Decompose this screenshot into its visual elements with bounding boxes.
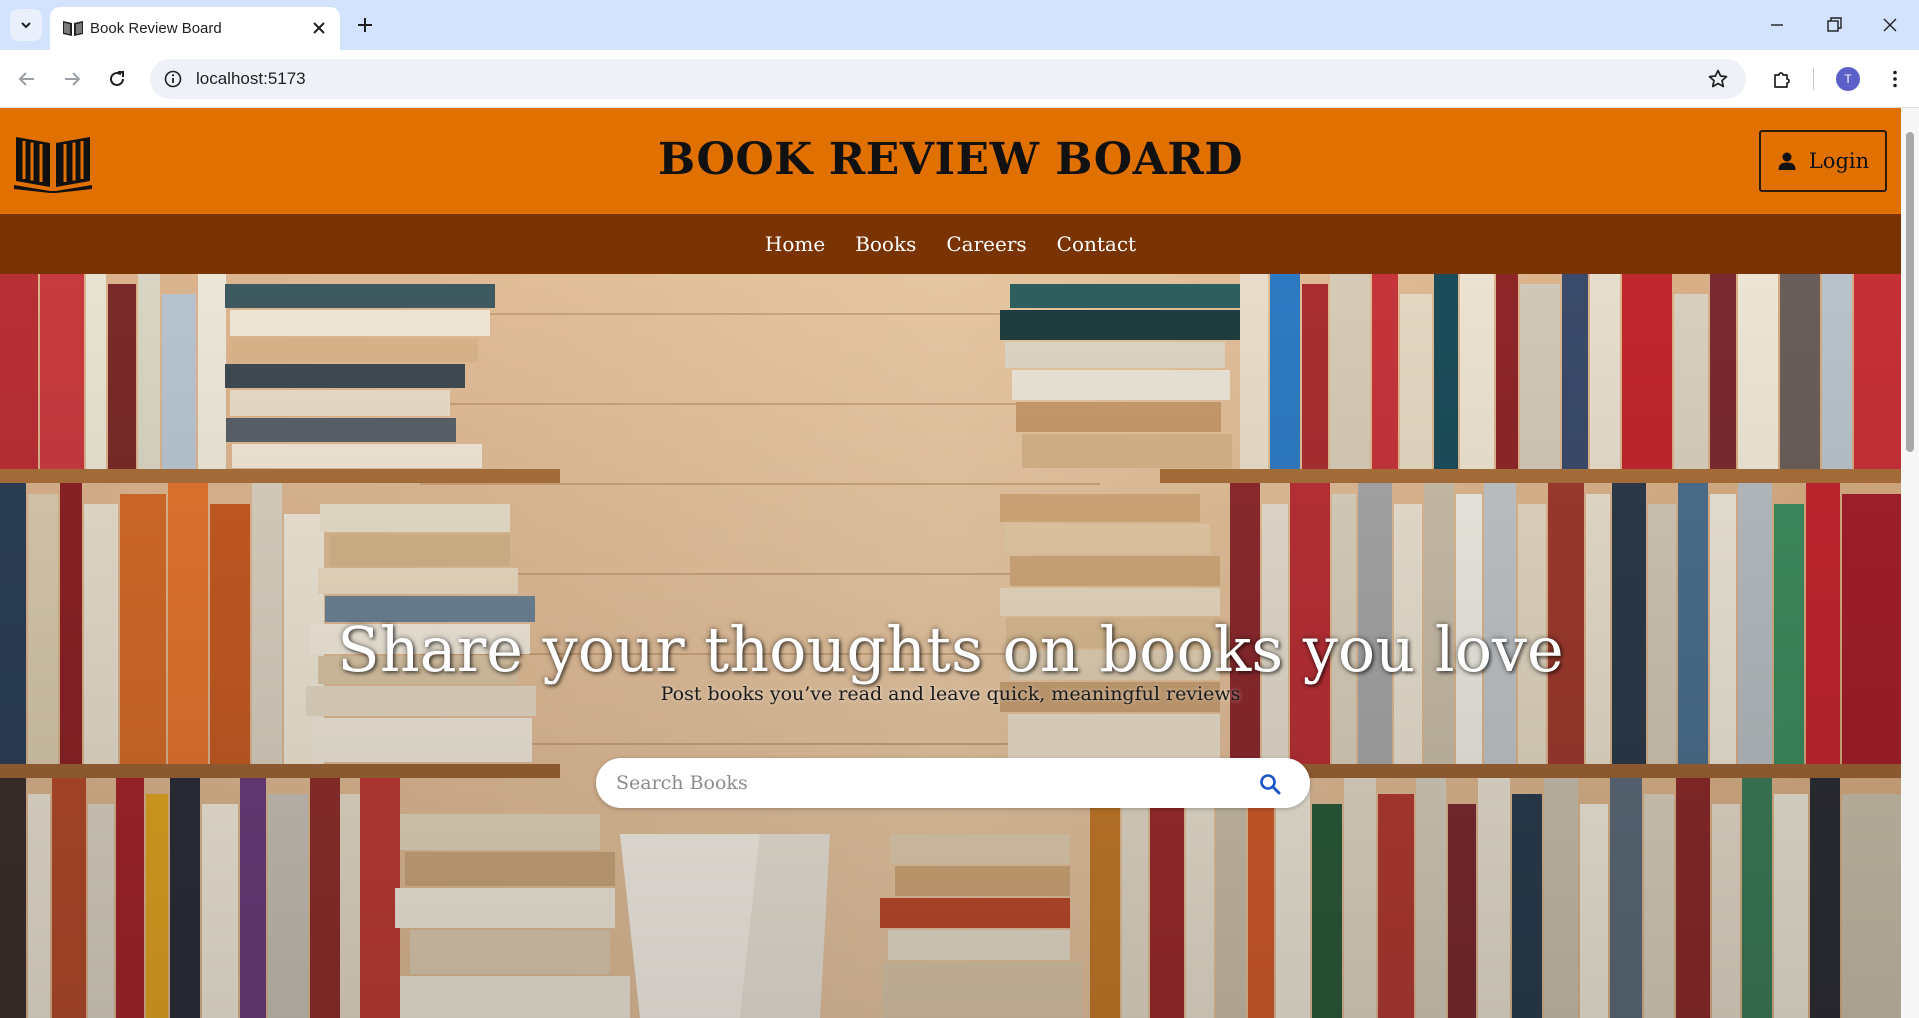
browser-tab-bar: Book Review Board (0, 0, 1919, 50)
toolbar-separator (1813, 68, 1814, 90)
url-text[interactable]: localhost:5173 (196, 69, 306, 89)
open-book-favicon-icon (63, 21, 83, 36)
profile-avatar[interactable]: T (1836, 67, 1860, 91)
nav-books[interactable]: Books (855, 232, 916, 256)
hero-title: Share your thoughts on books you love (337, 613, 1564, 686)
back-arrow-icon[interactable] (15, 67, 39, 91)
new-tab-plus-icon[interactable] (354, 14, 376, 36)
reload-icon[interactable] (105, 67, 129, 91)
more-menu-icon[interactable] (1883, 67, 1907, 91)
page-scrollbar[interactable] (1901, 108, 1919, 1018)
extensions-puzzle-icon[interactable] (1770, 67, 1794, 91)
nav-home[interactable]: Home (765, 232, 825, 256)
forward-arrow-icon[interactable] (60, 67, 84, 91)
close-tab-icon[interactable] (310, 19, 328, 37)
search-bar (596, 758, 1310, 808)
search-icon[interactable] (1258, 772, 1282, 796)
address-bar[interactable]: localhost:5173 (150, 59, 1746, 99)
hero-subtitle: Post books you’ve read and leave quick, … (660, 683, 1241, 705)
minimize-icon[interactable] (1765, 13, 1789, 37)
hero-section: Share your thoughts on books you love Po… (0, 274, 1901, 1018)
login-label: Login (1808, 149, 1870, 173)
bookmark-star-icon[interactable] (1706, 67, 1730, 91)
page-viewport: BOOK REVIEW BOARD Login Home Books Caree… (0, 108, 1901, 1018)
nav-contact[interactable]: Contact (1057, 232, 1136, 256)
tab-title: Book Review Board (90, 20, 222, 37)
browser-tab[interactable]: Book Review Board (50, 7, 340, 50)
tab-search-dropdown-icon[interactable] (10, 9, 42, 41)
restore-icon[interactable] (1822, 13, 1846, 37)
site-title: BOOK REVIEW BOARD (657, 134, 1243, 185)
scrollbar-thumb[interactable] (1906, 132, 1914, 452)
search-input[interactable] (616, 766, 1236, 800)
site-info-icon[interactable] (163, 69, 183, 89)
site-header: BOOK REVIEW BOARD Login (0, 108, 1901, 214)
close-window-icon[interactable] (1878, 13, 1902, 37)
login-button[interactable]: Login (1759, 130, 1887, 192)
browser-toolbar: localhost:5173 T (0, 50, 1919, 108)
main-nav: Home Books Careers Contact (0, 214, 1901, 274)
user-icon (1778, 152, 1796, 170)
nav-careers[interactable]: Careers (946, 232, 1026, 256)
